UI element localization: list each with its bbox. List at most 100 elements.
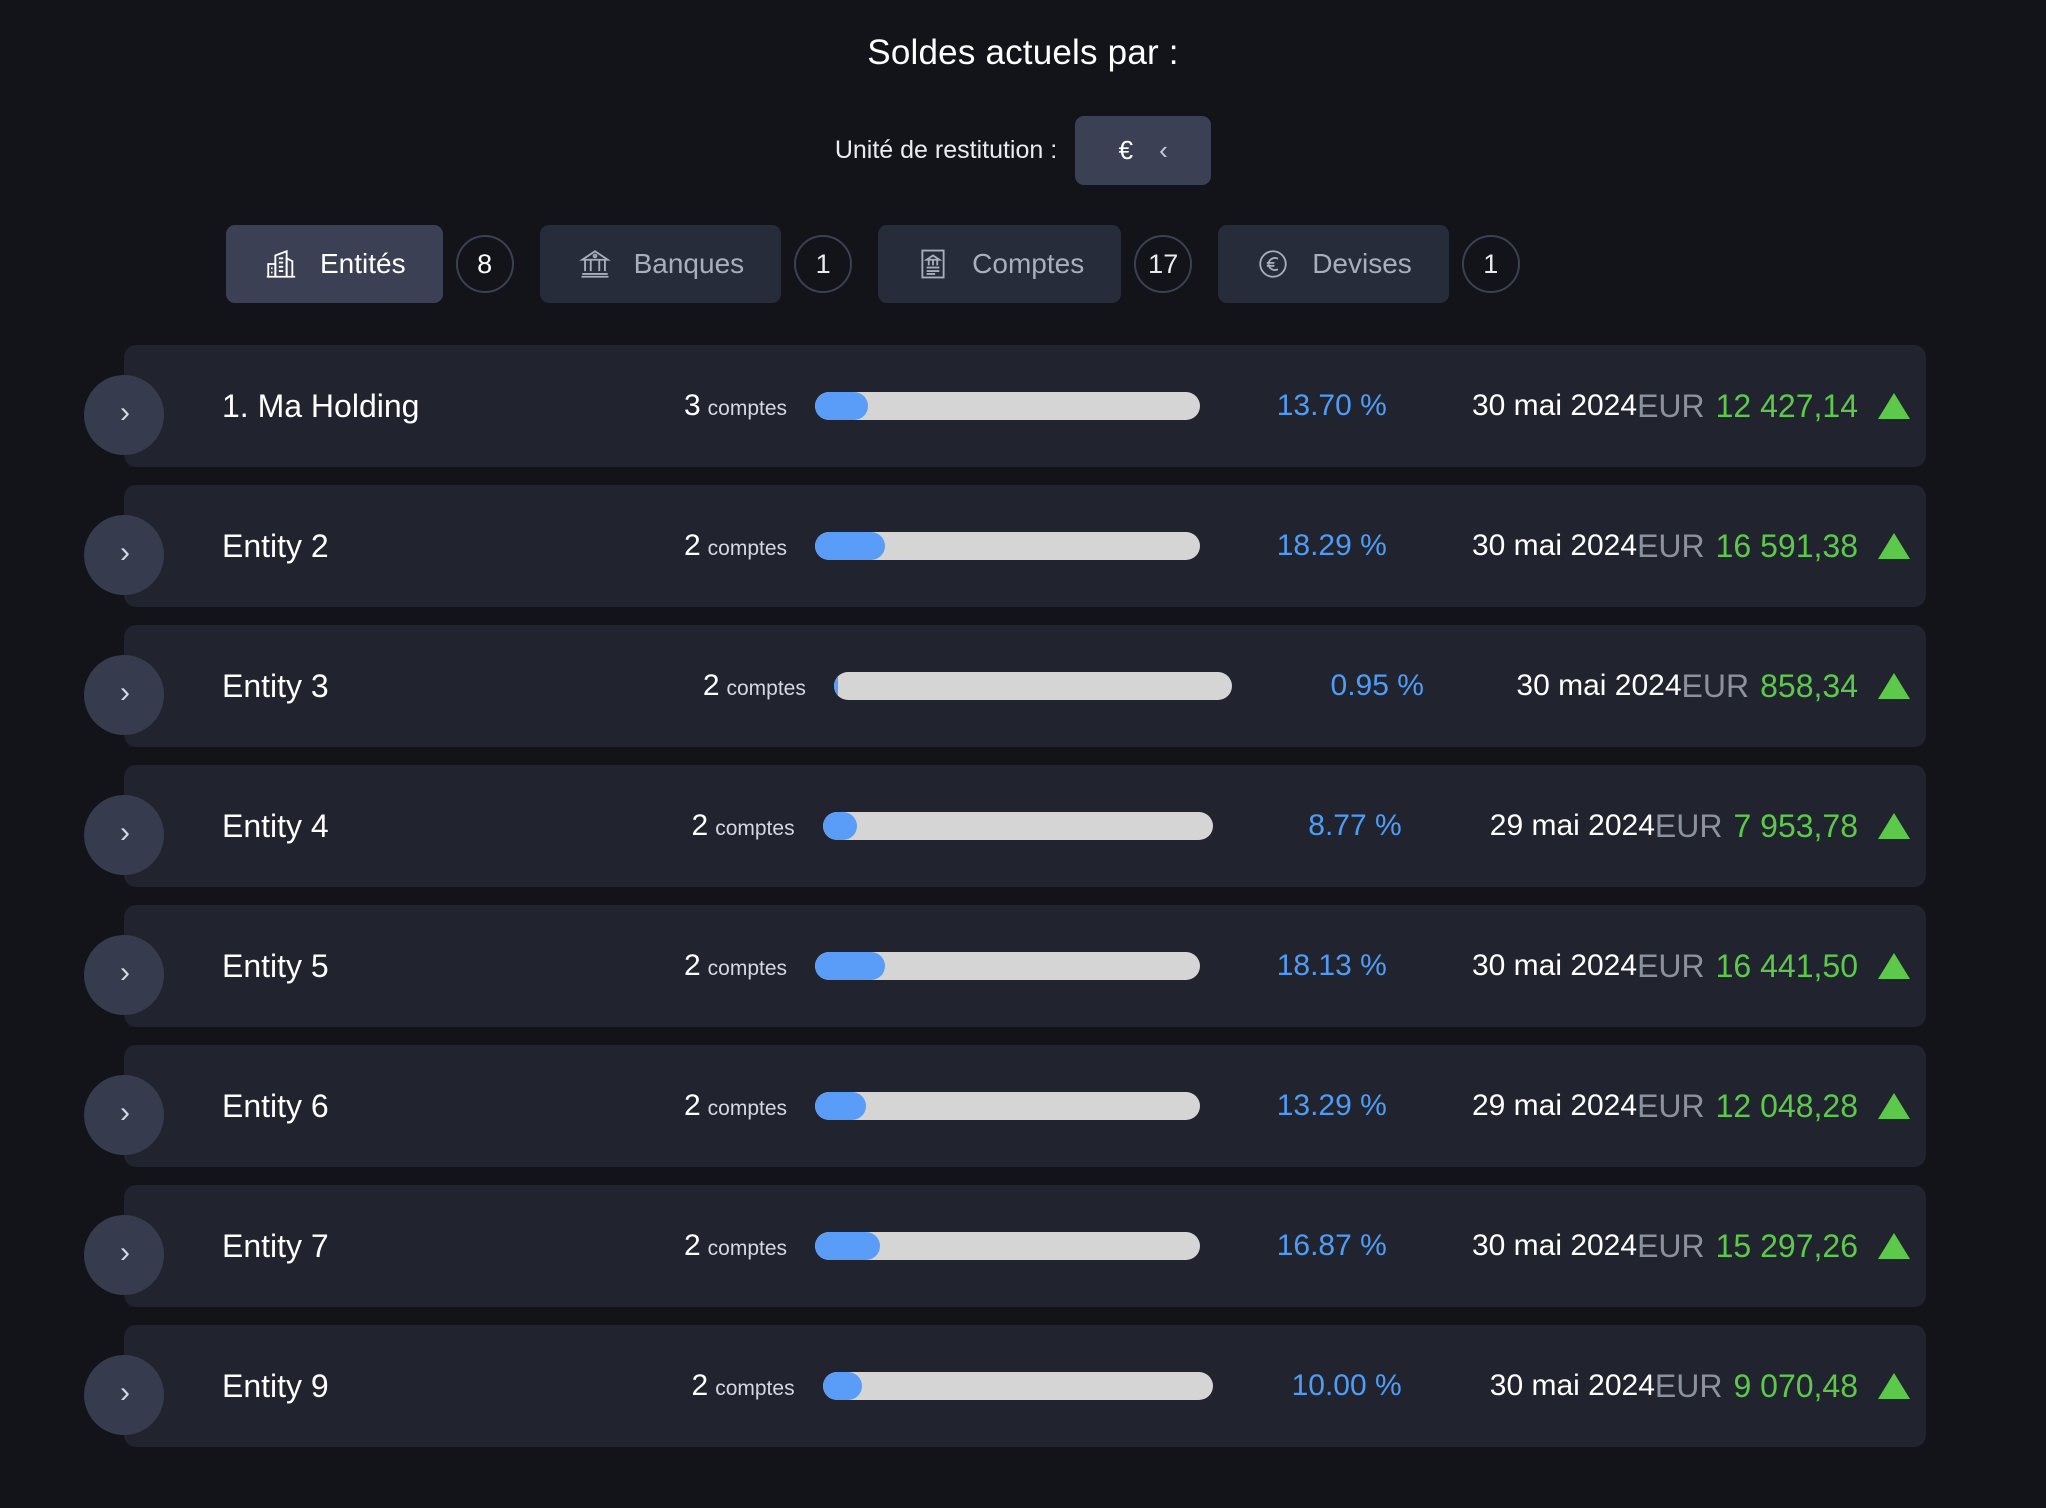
table-row: › 1. Ma Holding 3 comptes 13.70 % 30 mai 2024… — [84, 345, 1986, 485]
entity-row-card[interactable]: 1. Ma Holding 3 comptes 13.70 % 30 mai 2024 E… — [124, 345, 1926, 467]
accounts-word: comptes — [707, 537, 788, 560]
chevron-right-icon: › — [120, 1376, 130, 1409]
table-row: › Entity 3 2 comptes 0.95 % 30 mai 2024 EUR 858… — [84, 625, 1986, 765]
chevron-right-icon: › — [120, 396, 130, 429]
entity-name: 1. Ma Holding — [222, 387, 420, 424]
balance-value: 16 591,38 — [1715, 527, 1858, 564]
entity-balance-date: 30 mai 2024 — [1471, 1229, 1638, 1262]
trend-up-icon — [1878, 1372, 1911, 1399]
table-row: › Entity 2 2 comptes 18.29 % 30 mai 2024 EUR 16… — [84, 485, 1986, 625]
entity-name: Entity 9 — [222, 1367, 329, 1404]
accounts-word: comptes — [715, 1377, 795, 1400]
share-progress-bar — [833, 672, 1232, 700]
share-progress-fill — [815, 1232, 880, 1260]
currency-code: EUR — [1637, 527, 1705, 564]
entity-balance-amount: EUR 12 427,14 — [1637, 388, 1926, 425]
entity-row-card[interactable]: Entity 9 2 comptes 10.00 % 30 mai 2024 EUR 9 0… — [124, 1325, 1926, 1447]
entity-row-card[interactable]: Entity 5 2 comptes 18.13 % 30 mai 2024 EUR 16 … — [124, 905, 1926, 1027]
trend-up-icon — [1877, 392, 1910, 419]
entity-share-percent: 18.29 % — [1276, 529, 1387, 562]
balances-page: Soldes actuels par : Unité de restitutio… — [0, 0, 2046, 1508]
entity-balance-date: 30 mai 2024 — [1471, 529, 1638, 562]
entity-accounts-count: 2 comptes — [618, 669, 806, 703]
entity-name: Entity 4 — [222, 807, 329, 844]
tab-group-entites: Entités 8 — [226, 225, 514, 303]
expand-row-button[interactable]: › — [84, 1075, 164, 1155]
tab-group-banques: Banques 1 — [539, 225, 853, 303]
trend-up-icon — [1877, 672, 1910, 699]
entity-name: Entity 7 — [222, 1227, 329, 1264]
entity-accounts-count: 2 comptes — [610, 1369, 795, 1403]
entity-row-card[interactable]: Entity 3 2 comptes 0.95 % 30 mai 2024 EUR 858,… — [124, 625, 1926, 747]
table-row: › Entity 5 2 comptes 18.13 % 30 mai 2024 EUR 16… — [84, 905, 1986, 1045]
tab-comptes[interactable]: Comptes — [878, 225, 1122, 303]
currency-unit-select[interactable]: € ‹ — [1075, 116, 1212, 185]
trend-up-icon — [1877, 1092, 1910, 1119]
entity-share-percent: 16.87 % — [1276, 1229, 1387, 1262]
expand-row-button[interactable]: › — [84, 1355, 164, 1435]
expand-row-button[interactable]: › — [84, 935, 164, 1015]
entity-row-card[interactable]: Entity 7 2 comptes 16.87 % 30 mai 2024 EUR 15 … — [124, 1185, 1926, 1307]
entity-balance-date: 30 mai 2024 — [1489, 1369, 1655, 1402]
entity-balance-date: 29 mai 2024 — [1489, 809, 1655, 842]
accounts-number: 2 — [683, 529, 701, 562]
page-title: Soldes actuels par : — [867, 33, 1179, 72]
accounts-word: comptes — [726, 677, 806, 700]
chevron-left-icon: ‹ — [1159, 134, 1168, 165]
entity-accounts-count: 2 comptes — [605, 1089, 787, 1123]
tab-comptes-label: Comptes — [972, 248, 1085, 279]
tab-banques[interactable]: Banques — [539, 225, 782, 303]
share-progress-fill — [822, 1372, 862, 1400]
entity-row-card[interactable]: Entity 4 2 comptes 8.77 % 29 mai 2024 EUR 7 95… — [124, 765, 1926, 887]
tab-devises-badge: 1 — [1461, 235, 1520, 293]
unit-of-restitution-label: Unité de restitution : — [834, 136, 1058, 164]
expand-row-button[interactable]: › — [84, 655, 164, 735]
accounts-number: 2 — [683, 1229, 701, 1262]
currency-code: EUR — [1654, 1367, 1723, 1404]
entity-balance-date: 30 mai 2024 — [1516, 669, 1682, 702]
accounts-word: comptes — [707, 957, 788, 980]
entity-accounts-count: 2 comptes — [605, 1229, 787, 1263]
tab-banques-label: Banques — [633, 248, 745, 279]
accounts-word: comptes — [707, 1097, 788, 1120]
balance-value: 12 427,14 — [1715, 387, 1858, 424]
accounts-number: 2 — [702, 669, 720, 702]
expand-row-button[interactable]: › — [84, 795, 164, 875]
share-progress-bar — [815, 1232, 1200, 1260]
entity-share-percent: 0.95 % — [1330, 669, 1424, 702]
entity-name: Entity 5 — [222, 947, 329, 984]
chevron-right-icon: › — [120, 816, 130, 849]
entity-balance-amount: EUR 858,34 — [1682, 668, 1926, 705]
entity-name: Entity 2 — [222, 527, 329, 564]
tab-entites-label: Entités — [320, 248, 406, 279]
balance-value: 858,34 — [1760, 667, 1858, 704]
currency-code: EUR — [1637, 1227, 1705, 1264]
entity-share-percent: 13.29 % — [1276, 1089, 1387, 1122]
entity-balance-amount: EUR 15 297,26 — [1637, 1228, 1926, 1265]
share-progress-fill — [822, 812, 857, 840]
entity-row-card[interactable]: Entity 2 2 comptes 18.29 % 30 mai 2024 EUR 16 … — [124, 485, 1926, 607]
expand-row-button[interactable]: › — [84, 375, 164, 455]
entity-row-card[interactable]: Entity 6 2 comptes 13.29 % 29 mai 2024 EUR 12 … — [124, 1045, 1926, 1167]
accounts-word: comptes — [715, 817, 795, 840]
share-progress-fill — [815, 532, 886, 560]
tab-entites-badge: 8 — [455, 235, 514, 293]
entity-share-percent: 18.13 % — [1276, 949, 1387, 982]
share-progress-bar — [822, 812, 1213, 840]
tab-entites[interactable]: Entités — [226, 225, 443, 303]
tab-devises[interactable]: Devises — [1218, 225, 1449, 303]
entity-balance-date: 29 mai 2024 — [1471, 1089, 1638, 1122]
expand-row-button[interactable]: › — [84, 1215, 164, 1295]
currency-code: EUR — [1637, 1087, 1705, 1124]
accounts-number: 2 — [691, 1369, 709, 1402]
unit-of-restitution-row: Unité de restitution : € ‹ — [0, 116, 2046, 185]
trend-up-icon — [1877, 532, 1910, 559]
trend-up-icon — [1877, 952, 1910, 979]
currency-code: EUR — [1681, 667, 1750, 704]
chevron-right-icon: › — [120, 1236, 130, 1269]
balance-value: 12 048,28 — [1715, 1087, 1858, 1124]
trend-up-icon — [1877, 1232, 1910, 1259]
entity-balance-amount: EUR 12 048,28 — [1637, 1088, 1926, 1125]
expand-row-button[interactable]: › — [84, 515, 164, 595]
currency-code: EUR — [1637, 947, 1705, 984]
